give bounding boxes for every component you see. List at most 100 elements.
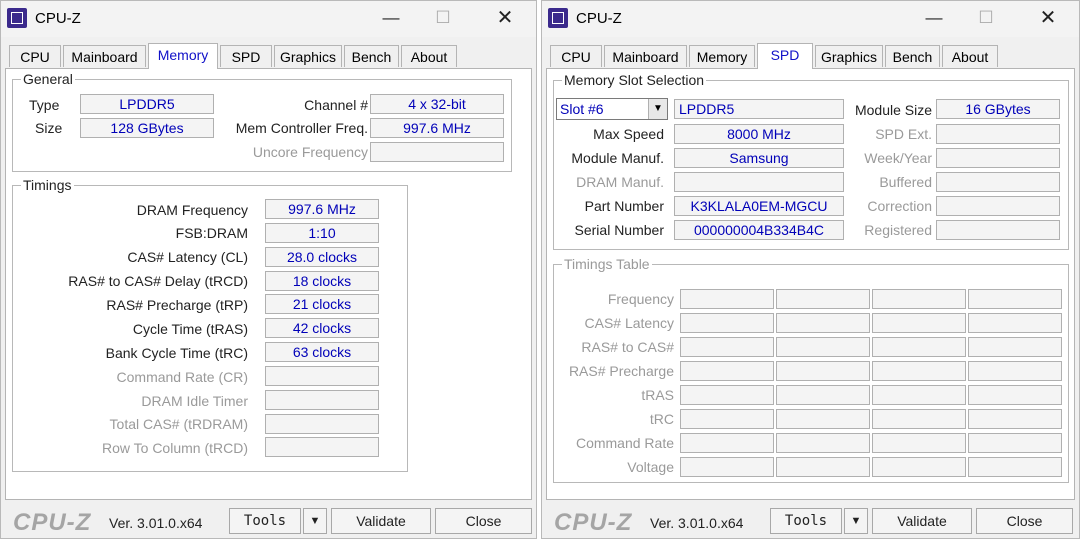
timings-cell [776, 409, 870, 429]
timings-cell [776, 313, 870, 333]
tab-graphics[interactable]: Graphics [274, 45, 342, 67]
maximize-icon[interactable]: ☐ [428, 7, 458, 29]
timings-cell [872, 337, 966, 357]
dram-manuf-label: DRAM Manuf. [576, 174, 664, 190]
module-size-value: 16 GBytes [936, 99, 1060, 119]
timing-value: 18 clocks [265, 271, 379, 291]
title-bar[interactable]: CPU-Z — ☐ ✕ [542, 1, 1079, 37]
timings-legend: Timings [21, 177, 74, 193]
timings-cell [872, 289, 966, 309]
tab-spd[interactable]: SPD [220, 45, 272, 67]
general-group: General Type LPDDR5 Size 128 GBytes Chan… [12, 71, 512, 172]
validate-button[interactable]: Validate [872, 508, 972, 534]
tab-spd[interactable]: SPD [757, 43, 813, 69]
registered-label: Registered [864, 222, 932, 238]
type-label: Type [29, 97, 60, 113]
maximize-icon[interactable]: ☐ [971, 7, 1001, 29]
close-icon[interactable]: ✕ [490, 7, 520, 29]
timing-value: 63 clocks [265, 342, 379, 362]
memory-slot-selection-group: Memory Slot Selection Slot #6 ▼ LPDDR5 M… [553, 72, 1069, 250]
timings-cell [680, 337, 774, 357]
validate-button[interactable]: Validate [331, 508, 431, 534]
cpuz-app-icon [548, 8, 568, 28]
buffered-label: Buffered [879, 174, 932, 190]
tab-mainboard[interactable]: Mainboard [604, 45, 687, 67]
spd-ext-value [936, 124, 1060, 144]
timing-label: DRAM Frequency [136, 202, 248, 218]
timings-cell [872, 313, 966, 333]
mem-controller-label: Mem Controller Freq. [235, 120, 368, 136]
tab-graphics[interactable]: Graphics [815, 45, 883, 67]
max-speed-label: Max Speed [593, 126, 664, 142]
timings-cell [968, 457, 1062, 477]
tools-button[interactable]: Tools [229, 508, 301, 534]
correction-label: Correction [867, 198, 932, 214]
timing-value: 28.0 clocks [265, 247, 379, 267]
week-year-value [936, 148, 1060, 168]
timings-cell [680, 409, 774, 429]
timings-row-label: RAS# Precharge [568, 363, 674, 379]
slot-select[interactable]: Slot #6 ▼ [556, 98, 668, 120]
timings-cell [680, 433, 774, 453]
module-type-value: LPDDR5 [674, 99, 844, 119]
close-icon[interactable]: ✕ [1033, 7, 1063, 29]
timings-group: Timings DRAM Frequency 997.6 MHz FSB:DRA… [12, 177, 408, 472]
tab-bench[interactable]: Bench [885, 45, 940, 67]
timings-cell [872, 409, 966, 429]
timing-value: 42 clocks [265, 318, 379, 338]
timings-cell [680, 385, 774, 405]
timing-label: DRAM Idle Timer [141, 393, 248, 409]
tab-cpu[interactable]: CPU [9, 45, 61, 67]
tools-dropdown-icon[interactable]: ▼ [303, 508, 327, 534]
footer-bar: CPU-Z Ver. 3.01.0.x64 Tools ▼ Validate C… [542, 501, 1079, 538]
timings-row-label: RAS# to CAS# [581, 339, 674, 355]
tab-about[interactable]: About [401, 45, 457, 67]
timings-cell [968, 313, 1062, 333]
timing-value [265, 390, 379, 410]
tab-bench[interactable]: Bench [344, 45, 399, 67]
serial-number-label: Serial Number [574, 222, 664, 238]
timings-cell [968, 361, 1062, 381]
timings-cell [872, 385, 966, 405]
timing-label: RAS# to CAS# Delay (tRCD) [68, 273, 248, 289]
timings-cell [776, 433, 870, 453]
timing-value [265, 414, 379, 434]
tab-cpu[interactable]: CPU [550, 45, 602, 67]
uncore-frequency-value [370, 142, 504, 162]
chevron-down-icon[interactable]: ▼ [648, 99, 667, 119]
close-button[interactable]: Close [435, 508, 532, 534]
general-legend: General [21, 71, 75, 87]
module-size-label: Module Size [854, 102, 932, 118]
tab-memory[interactable]: Memory [689, 45, 755, 67]
serial-number-value: 000000004B334B4C [674, 220, 844, 240]
timings-row-label: Frequency [607, 291, 674, 307]
tab-mainboard[interactable]: Mainboard [63, 45, 146, 67]
tools-button[interactable]: Tools [770, 508, 842, 534]
timings-cell [680, 361, 774, 381]
tab-memory[interactable]: Memory [148, 43, 218, 69]
cpuz-window-spd: CPU-Z — ☐ ✕ CPU Mainboard Memory SPD Gra… [541, 0, 1080, 539]
cpuz-logo: CPU-Z [13, 509, 92, 536]
timings-cell [968, 433, 1062, 453]
minimize-icon[interactable]: — [919, 7, 949, 29]
tab-about[interactable]: About [942, 45, 998, 67]
timing-label: CAS# Latency (CL) [127, 249, 248, 265]
timings-cell [776, 289, 870, 309]
timings-cell [968, 409, 1062, 429]
tools-dropdown-icon[interactable]: ▼ [844, 508, 868, 534]
timings-cell [872, 361, 966, 381]
buffered-value [936, 172, 1060, 192]
timing-value [265, 366, 379, 386]
spd-ext-label: SPD Ext. [875, 126, 932, 142]
timings-cell [776, 385, 870, 405]
part-number-label: Part Number [584, 198, 664, 214]
minimize-icon[interactable]: — [376, 7, 406, 29]
title-bar[interactable]: CPU-Z — ☐ ✕ [1, 1, 536, 37]
close-button[interactable]: Close [976, 508, 1073, 534]
timings-table-legend: Timings Table [562, 256, 652, 272]
registered-value [936, 220, 1060, 240]
slot-selection-legend: Memory Slot Selection [562, 72, 707, 88]
part-number-value: K3KLALA0EM-MGCU [674, 196, 844, 216]
timings-row-label: tRAS [641, 387, 674, 403]
max-speed-value: 8000 MHz [674, 124, 844, 144]
